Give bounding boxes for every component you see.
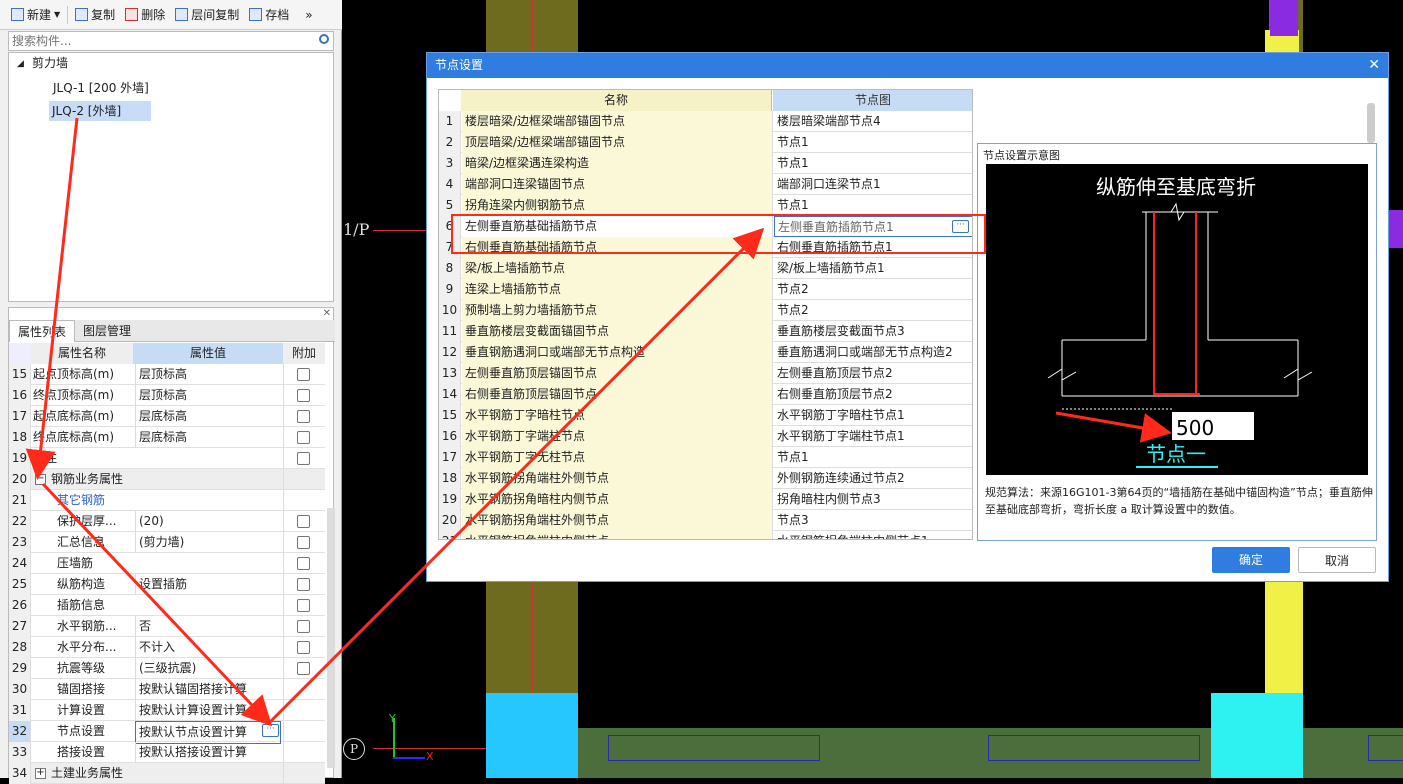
arrow-tree-to-prop: [25, 117, 79, 480]
arrow-prop-to-button: [41, 482, 273, 727]
arrow-button-to-row: [268, 227, 765, 724]
annotation-arrows: [25, 117, 1172, 727]
arrow-to-value: [1055, 411, 1172, 443]
